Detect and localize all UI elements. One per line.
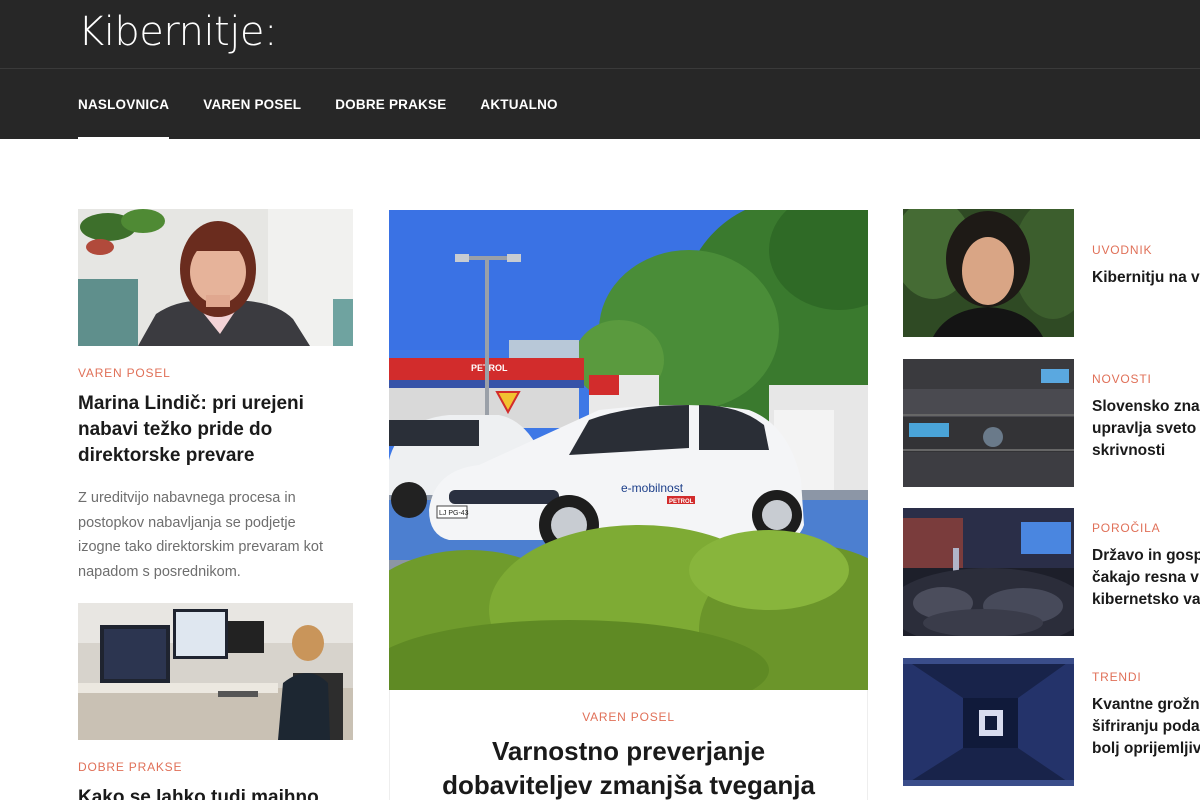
article-headline[interactable]: Marina Lindič: pri urejeni nabavi težko … <box>78 391 353 469</box>
excerpt-line: napadom s posrednikom. <box>78 563 241 580</box>
article-image-workstation[interactable] <box>78 603 353 740</box>
headline-line: nabavi težko pride do <box>78 419 273 440</box>
nav-item-naslovnica[interactable]: NASLOVNICA <box>78 70 170 139</box>
headline-line: Državo in gosp <box>1092 547 1200 564</box>
headline-line: kibernetsko va <box>1092 591 1200 608</box>
main-nav: NASLOVNICA VAREN POSEL DOBRE PRAKSE AKTU… <box>78 70 558 139</box>
site-header: Kibernitje: NASLOVNICA VAREN POSEL DOBRE… <box>0 0 1200 139</box>
sidebar-headline[interactable]: Kvantne grožn šifriranju poda bolj oprij… <box>1092 694 1200 760</box>
sidebar-headline[interactable]: Kibernitju na v <box>1092 267 1200 289</box>
sidebar-category[interactable]: UVODNIK <box>1092 243 1152 257</box>
sidebar-image-uvodnik[interactable] <box>903 209 1074 337</box>
featured-image-e-mobility[interactable]: PETROL LJ PG-43 e-mobilnost PETROL <box>389 210 868 690</box>
article-headline[interactable]: Kako se lahko tudi majhno <box>78 785 353 800</box>
license-plate: LJ PG-43 <box>439 510 469 517</box>
headline-line: Kvantne grožn <box>1092 696 1200 713</box>
car-decal-brand: PETROL <box>669 499 694 505</box>
article-category[interactable]: DOBRE PRAKSE <box>78 760 182 774</box>
sidebar-image-novosti[interactable] <box>903 359 1074 487</box>
headline-line: Slovensko zna <box>1092 398 1200 415</box>
headline-line: upravlja sveto <box>1092 420 1197 437</box>
featured-headline[interactable]: Varnostno preverjanje dobaviteljev zmanj… <box>389 734 868 800</box>
headline-line: direktorske prevare <box>78 445 255 466</box>
site-logo[interactable]: Kibernitje: <box>78 6 277 58</box>
headline-line: čakajo resna v <box>1092 569 1199 586</box>
headline-line: Marina Lindič: pri urejeni <box>78 393 304 414</box>
station-sign: PETROL <box>471 363 508 373</box>
page: Kibernitje: NASLOVNICA VAREN POSEL DOBRE… <box>0 0 1200 800</box>
headline-line: Varnostno preverjanje <box>491 736 766 766</box>
headline-line: dobaviteljev zmanjša tveganja <box>442 770 815 800</box>
nav-item-varen-posel[interactable]: VAREN POSEL <box>203 70 301 139</box>
article-category[interactable]: VAREN POSEL <box>78 366 171 380</box>
headline-line: bolj oprijemljiv <box>1092 740 1200 757</box>
header-divider <box>0 68 1200 69</box>
nav-item-dobre-prakse[interactable]: DOBRE PRAKSE <box>335 70 446 139</box>
sidebar-headline[interactable]: Državo in gosp čakajo resna v kibernetsk… <box>1092 545 1200 611</box>
excerpt-line: Z ureditvijo nabavnega procesa in <box>78 490 296 506</box>
article-image-marina-lindic[interactable] <box>78 209 353 346</box>
headline-line: šifriranju poda <box>1092 718 1200 735</box>
excerpt-line: postopkov nabavljanja se podjetje <box>78 514 296 531</box>
sidebar-image-porocila[interactable] <box>903 508 1074 636</box>
sidebar-headline[interactable]: Slovensko zna upravlja sveto skrivnosti <box>1092 396 1200 462</box>
sidebar-category[interactable]: TRENDI <box>1092 670 1141 684</box>
article-category[interactable]: VAREN POSEL <box>389 710 868 724</box>
headline-line: skrivnosti <box>1092 442 1166 459</box>
sidebar-category[interactable]: NOVOSTI <box>1092 372 1152 386</box>
nav-item-aktualno[interactable]: AKTUALNO <box>480 70 557 139</box>
sidebar-image-trendi[interactable] <box>903 658 1074 786</box>
article-excerpt: Z ureditvijo nabavnega procesa in postop… <box>78 486 363 584</box>
car-decal-text: e-mobilnost <box>621 481 684 495</box>
sidebar-category[interactable]: POROČILA <box>1092 521 1160 535</box>
headline-line: Kibernitju na v <box>1092 269 1200 286</box>
excerpt-line: izogne tako direktorskim prevaram kot <box>78 539 323 555</box>
headline-line: Kako se lahko tudi majhno <box>78 787 319 800</box>
